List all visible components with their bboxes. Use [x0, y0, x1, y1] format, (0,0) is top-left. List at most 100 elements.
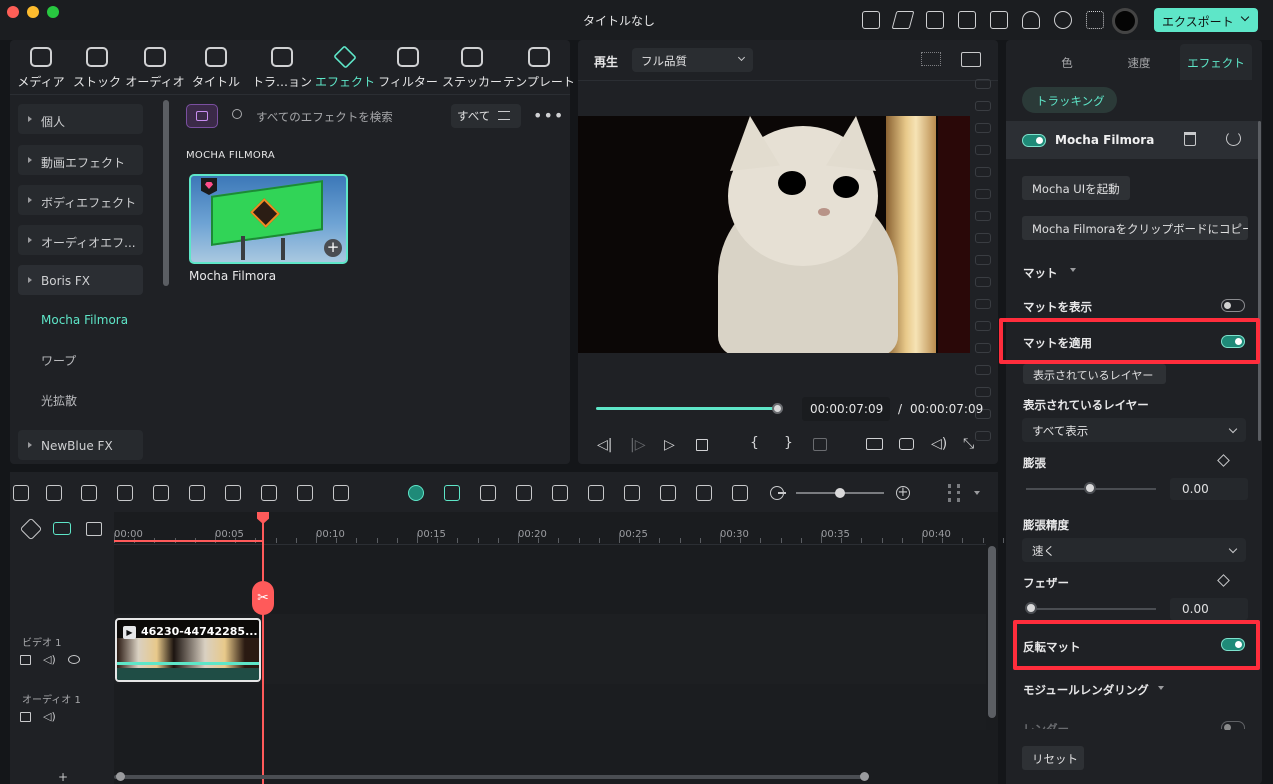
- chevron-down-icon[interactable]: [1070, 268, 1076, 272]
- tab-sticker[interactable]: ステッカー: [442, 73, 502, 90]
- layout-icon[interactable]: [948, 484, 960, 502]
- add-effect-button[interactable]: +: [324, 239, 342, 257]
- audio-track-icon[interactable]: [660, 485, 676, 501]
- property-tab[interactable]: エフェクト: [1180, 44, 1252, 80]
- module-render-label[interactable]: モジュールレンダリング: [1023, 682, 1149, 698]
- timeline-vscroll[interactable]: [988, 546, 996, 718]
- reset-effect-icon[interactable]: [1226, 131, 1241, 146]
- chevron-down-icon[interactable]: [1158, 686, 1164, 690]
- tab-effect[interactable]: エフェクト: [315, 73, 375, 90]
- transition-icon[interactable]: [271, 47, 293, 67]
- sidebar-subitem[interactable]: Mocha Filmora: [41, 313, 128, 327]
- maximize-window-button[interactable]: [47, 6, 59, 18]
- show-matte-toggle[interactable]: [1221, 299, 1245, 312]
- sidebar-item[interactable]: オーディオエフ...: [18, 225, 143, 255]
- audio-icon[interactable]: [144, 47, 166, 67]
- title-icon[interactable]: [205, 47, 227, 67]
- effects-search-input[interactable]: すべてのエフェクトを検索: [256, 109, 393, 125]
- hscroll-end-handle[interactable]: [860, 772, 869, 781]
- fullscreen-icon[interactable]: ⤡: [963, 436, 974, 452]
- tab-media[interactable]: メディア: [17, 73, 64, 90]
- favorites-button[interactable]: [186, 104, 218, 128]
- split-scissors-button[interactable]: ✂: [252, 581, 274, 615]
- add-track-button[interactable]: +: [58, 770, 68, 784]
- sidebar-item[interactable]: NewBlue FX: [18, 430, 143, 460]
- sidebar-item[interactable]: 動画エフェクト: [18, 145, 143, 175]
- filter-icon[interactable]: [397, 47, 419, 67]
- speed-icon[interactable]: [516, 485, 532, 501]
- insert-icon[interactable]: [813, 438, 827, 451]
- property-tab[interactable]: 速度: [1103, 44, 1175, 80]
- render-toggle[interactable]: [1221, 721, 1245, 731]
- undo-icon[interactable]: [81, 485, 97, 501]
- reset-button[interactable]: リセット: [1022, 746, 1084, 770]
- feather-slider-knob[interactable]: [1025, 602, 1037, 614]
- record-icon[interactable]: [297, 485, 313, 501]
- sidebar-item[interactable]: Boris FX: [18, 265, 143, 295]
- auto-ripple-icon[interactable]: [444, 485, 460, 501]
- volume-icon[interactable]: ◁): [43, 710, 56, 723]
- select-icon[interactable]: [46, 485, 62, 501]
- launch-mocha-ui-button[interactable]: Mocha UIを起動: [1022, 176, 1130, 200]
- cloud-upload-icon[interactable]: [1022, 11, 1040, 29]
- layout-grid-icon[interactable]: [13, 485, 29, 501]
- tab-filter[interactable]: フィルター: [378, 73, 438, 90]
- video-preview[interactable]: [578, 116, 970, 353]
- ai-cutout-icon[interactable]: [480, 485, 496, 501]
- sidebar-item[interactable]: ボディエフェクト: [18, 185, 143, 215]
- image-icon[interactable]: [961, 52, 981, 67]
- redo-icon[interactable]: [117, 485, 133, 501]
- export-button[interactable]: エクスポート: [1154, 8, 1258, 32]
- mark-out-icon[interactable]: }: [784, 435, 793, 451]
- text-icon[interactable]: [261, 485, 277, 501]
- cut-icon[interactable]: [189, 485, 205, 501]
- tab-stock[interactable]: ストック: [73, 73, 121, 90]
- eye-icon[interactable]: [68, 655, 80, 664]
- next-frame-icon[interactable]: |▷: [630, 437, 645, 453]
- mark-in-icon[interactable]: {: [750, 435, 759, 451]
- stock-icon[interactable]: [86, 47, 108, 67]
- delete-icon[interactable]: [153, 485, 169, 501]
- zoom-in-icon[interactable]: +: [896, 486, 910, 500]
- sidebar-item[interactable]: 個人: [18, 104, 143, 134]
- sidebar-scrollbar[interactable]: [163, 100, 169, 286]
- track-manager-icon[interactable]: [86, 522, 102, 536]
- sidebar-subitem[interactable]: ワープ: [41, 352, 76, 369]
- folder-icon[interactable]: [20, 655, 31, 665]
- camera-icon[interactable]: [899, 438, 914, 450]
- template-icon[interactable]: [528, 47, 550, 67]
- save-icon[interactable]: [990, 11, 1008, 29]
- tab-transition[interactable]: トラ…ョン: [252, 73, 312, 90]
- media-icon[interactable]: [30, 47, 52, 67]
- effect-card-mocha[interactable]: +: [189, 174, 348, 264]
- microphone-icon[interactable]: [624, 485, 640, 501]
- tab-title[interactable]: タイトル: [192, 73, 240, 90]
- hscroll-start-handle[interactable]: [116, 772, 125, 781]
- feather-slider[interactable]: [1026, 608, 1156, 610]
- volume-icon[interactable]: ◁): [931, 436, 947, 452]
- dilate-value[interactable]: 0.00: [1170, 478, 1248, 500]
- headset-icon[interactable]: [1054, 11, 1072, 29]
- tab-template[interactable]: テンプレート: [503, 73, 575, 90]
- apply-matte-toggle[interactable]: [1221, 335, 1245, 348]
- tracking-button[interactable]: トラッキング: [1022, 87, 1117, 113]
- filter-all-button[interactable]: すべて: [451, 104, 521, 128]
- matte-section-label[interactable]: マット: [1023, 265, 1058, 281]
- apps-grid-icon[interactable]: [1086, 11, 1104, 29]
- volume-icon[interactable]: ◁): [43, 653, 56, 666]
- copy-to-clipboard-button[interactable]: Mocha Filmoraをクリップボードにコピー: [1022, 216, 1248, 240]
- zoom-slider-knob[interactable]: [835, 488, 845, 498]
- gift-icon[interactable]: [862, 11, 880, 29]
- grid-view-icon[interactable]: [921, 52, 941, 66]
- playback-progress[interactable]: [596, 407, 778, 410]
- crop-icon[interactable]: [225, 485, 241, 501]
- delete-icon[interactable]: [1184, 132, 1196, 146]
- folder-icon[interactable]: [20, 712, 31, 722]
- screenshot-icon[interactable]: [926, 11, 944, 29]
- stop-button[interactable]: [696, 439, 708, 451]
- minimize-window-button[interactable]: [27, 6, 39, 18]
- zoom-out-icon[interactable]: [770, 486, 784, 500]
- auto-beat-icon[interactable]: [552, 485, 568, 501]
- shield-icon[interactable]: [588, 485, 604, 501]
- send-icon[interactable]: [891, 11, 915, 29]
